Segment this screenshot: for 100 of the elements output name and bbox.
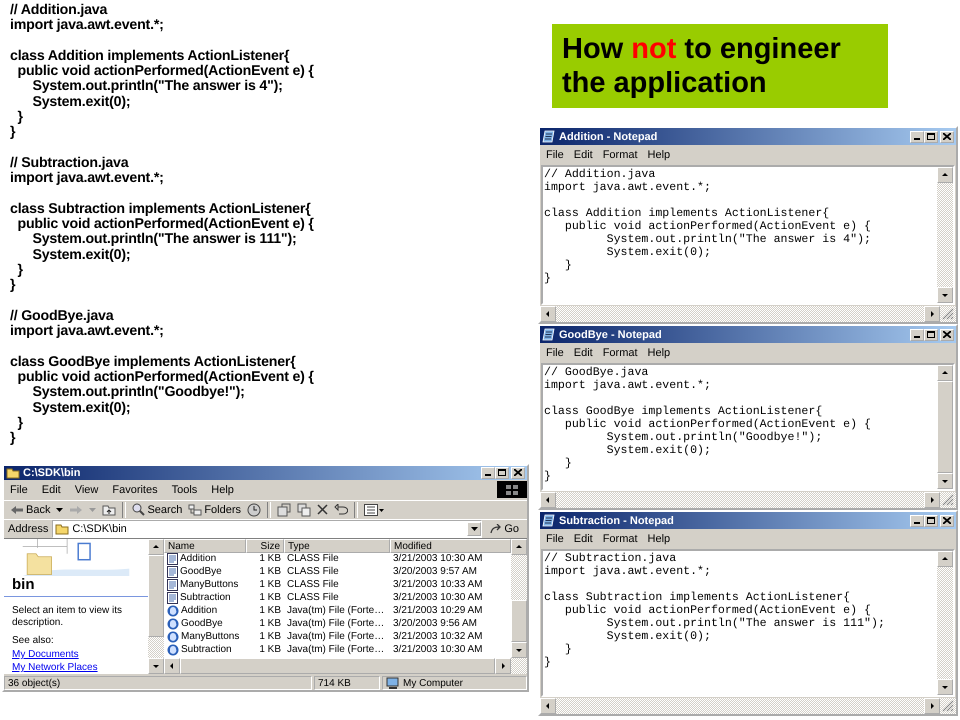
close-button[interactable] (940, 328, 954, 340)
menu-item[interactable]: Edit (42, 484, 61, 496)
vertical-scrollbar[interactable] (937, 365, 953, 489)
menu-item[interactable]: Format (602, 533, 638, 545)
file-name[interactable]: ManyButtons (181, 631, 240, 642)
link[interactable]: My Network Places (4, 661, 106, 674)
back-button[interactable]: Back (10, 504, 50, 516)
file-name[interactable]: Subtraction (181, 644, 232, 655)
scroll-up-button[interactable] (937, 551, 953, 567)
menu-item[interactable]: View (74, 484, 98, 496)
scrollbar-thumb[interactable] (511, 600, 527, 642)
scroll-down-button[interactable] (511, 642, 527, 658)
file-name[interactable]: Subtraction (180, 592, 231, 603)
vertical-scrollbar[interactable] (148, 539, 164, 674)
scroll-down-button[interactable] (937, 679, 953, 695)
minimize-button[interactable] (910, 328, 924, 340)
vertical-scrollbar[interactable] (937, 167, 953, 303)
scroll-up-button[interactable] (937, 365, 953, 381)
menu-item[interactable]: Help (648, 149, 670, 161)
file-name-cell[interactable]: Addition (164, 552, 246, 565)
file-name-cell[interactable]: Subtraction (164, 591, 246, 604)
menu-item[interactable]: Favorites (112, 484, 158, 496)
file-name[interactable]: GoodBye (181, 618, 223, 629)
go-button[interactable]: Go (486, 523, 523, 535)
file-name-cell[interactable]: Subtraction (164, 643, 246, 656)
copy-to-icon[interactable] (297, 502, 312, 517)
up-folder-icon[interactable] (102, 504, 116, 516)
minimize-button[interactable] (910, 514, 924, 526)
maximize-button[interactable] (495, 466, 509, 479)
minimize-button[interactable] (481, 466, 495, 479)
menu-item[interactable]: Format (602, 347, 638, 359)
close-button[interactable] (511, 466, 525, 479)
history-icon[interactable] (247, 502, 262, 517)
views-icon[interactable] (364, 504, 384, 516)
maximize-button[interactable] (924, 328, 938, 340)
scroll-up-button[interactable] (148, 539, 164, 555)
file-name-cell[interactable]: Addition (164, 604, 246, 617)
menu-item[interactable]: File (10, 484, 28, 496)
menu-item[interactable]: Help (648, 533, 670, 545)
menu-item[interactable]: File (546, 533, 564, 545)
undo-icon[interactable] (334, 504, 348, 516)
file-name-cell[interactable]: GoodBye (164, 565, 246, 578)
resize-grip-icon[interactable] (940, 492, 954, 506)
minimize-button[interactable] (910, 130, 924, 142)
vertical-scrollbar[interactable] (937, 551, 953, 695)
scroll-down-button[interactable] (148, 658, 164, 674)
file-name[interactable]: Addition (180, 553, 216, 564)
dropdown-arrow-icon[interactable] (56, 508, 64, 512)
horizontal-scrollbar[interactable] (540, 306, 956, 322)
link[interactable]: My Documents (4, 648, 87, 661)
menu-item[interactable]: Edit (574, 149, 593, 161)
column-header[interactable]: Type (284, 539, 390, 553)
code-line: } (16, 416, 23, 432)
menu-item[interactable]: File (546, 149, 564, 161)
scroll-left-button[interactable] (164, 658, 180, 674)
menu-item[interactable]: Help (648, 347, 670, 359)
menu-item[interactable]: File (546, 347, 564, 359)
file-name-cell[interactable]: ManyButtons (164, 578, 246, 591)
dropdown-button[interactable] (467, 522, 482, 536)
column-header[interactable]: Size (246, 539, 284, 553)
scrollbar-thumb[interactable] (937, 381, 953, 473)
menu-item[interactable]: Help (211, 484, 234, 496)
menu-item[interactable]: Edit (574, 347, 593, 359)
close-button[interactable] (940, 514, 954, 526)
folders-button[interactable]: Folders (188, 504, 242, 516)
scroll-left-button[interactable] (540, 492, 556, 508)
resize-grip-icon[interactable] (940, 306, 954, 320)
search-button[interactable]: Search (132, 503, 182, 516)
column-header[interactable]: Modified (390, 539, 511, 553)
file-name[interactable]: Addition (181, 605, 218, 616)
scroll-right-button[interactable] (924, 306, 940, 322)
scroll-right-button[interactable] (924, 698, 940, 714)
horizontal-scrollbar[interactable] (540, 492, 956, 508)
menu-item[interactable]: Edit (574, 533, 593, 545)
file-name-cell[interactable]: GoodBye (164, 617, 246, 630)
file-name[interactable]: GoodBye (180, 566, 222, 577)
menu-item[interactable]: Tools (172, 484, 198, 496)
code-line: // GoodBye.java (10, 308, 114, 324)
column-header[interactable]: Name (164, 539, 246, 553)
resize-grip-icon[interactable] (940, 698, 954, 712)
scroll-left-button[interactable] (540, 306, 556, 322)
maximize-button[interactable] (924, 514, 938, 526)
file-name-cell[interactable]: ManyButtons (164, 630, 246, 643)
menu-item[interactable]: Format (602, 149, 638, 161)
scrollbar-thumb[interactable] (148, 555, 164, 637)
close-button[interactable] (940, 130, 954, 142)
scroll-down-button[interactable] (937, 473, 953, 489)
file-name[interactable]: ManyButtons (180, 579, 238, 590)
delete-icon[interactable] (317, 504, 328, 516)
horizontal-scrollbar[interactable] (540, 698, 956, 714)
scroll-left-button[interactable] (540, 698, 556, 714)
scroll-right-button[interactable] (924, 492, 940, 508)
address-field[interactable]: C:\SDK\bin (52, 520, 482, 538)
scroll-down-button[interactable] (937, 287, 953, 303)
vertical-scrollbar[interactable] (511, 539, 527, 658)
scroll-up-button[interactable] (511, 539, 527, 555)
move-to-icon[interactable] (277, 502, 292, 517)
maximize-button[interactable] (924, 130, 938, 142)
scroll-up-button[interactable] (937, 167, 953, 183)
scroll-right-button[interactable] (495, 658, 511, 674)
